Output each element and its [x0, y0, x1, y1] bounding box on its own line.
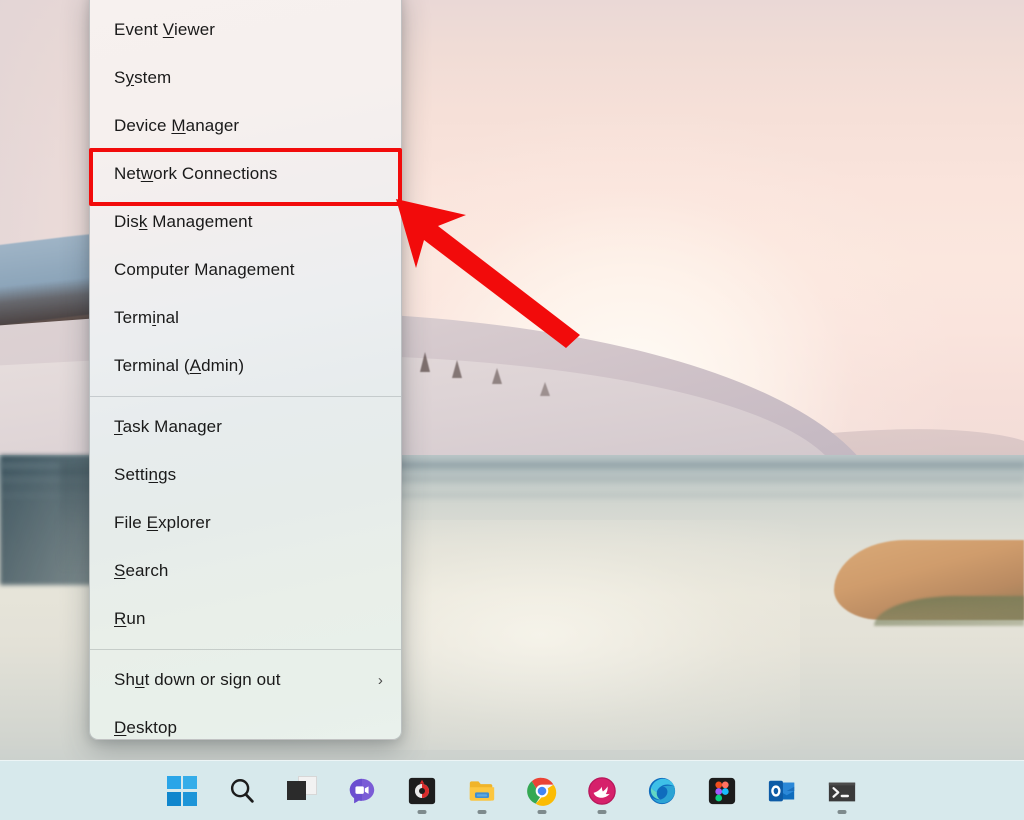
menu-item-label: Settings	[114, 465, 177, 484]
menu-item-label: System	[114, 68, 172, 87]
chevron-right-icon: ›	[377, 671, 383, 689]
menu-item-label: Computer Management	[114, 260, 295, 279]
chrome-button[interactable]	[518, 767, 566, 815]
menu-item-label: Network Connections	[114, 164, 278, 183]
running-indicator	[597, 809, 607, 814]
task-view-button[interactable]	[278, 767, 326, 815]
figma-icon	[707, 776, 737, 806]
running-indicator	[477, 809, 487, 814]
menu-item-settings[interactable]: Settings	[90, 451, 401, 499]
taskbar-icon-strip	[158, 767, 866, 815]
wallpaper-tree	[540, 382, 550, 396]
menu-item-label: Terminal (Admin)	[114, 356, 245, 375]
recorder-icon	[407, 776, 437, 806]
terminal-button[interactable]	[818, 767, 866, 815]
menu-item-disk-management[interactable]: Disk Management	[90, 198, 401, 246]
menu-item-list: Event Viewer System Device Manager Network …	[90, 6, 401, 739]
menu-item-label: Device Manager	[114, 116, 240, 135]
search-icon	[227, 776, 257, 806]
menu-item-shut-down-or-sign-out[interactable]: Shut down or sign out ›	[90, 656, 401, 704]
file-explorer-button[interactable]	[458, 767, 506, 815]
menu-item-computer-management[interactable]: Computer Management	[90, 246, 401, 294]
menu-item-network-connections[interactable]: Network Connections	[90, 150, 401, 198]
menu-item-terminal[interactable]: Terminal	[90, 294, 401, 342]
menu-item-label: File Explorer	[114, 513, 211, 532]
wallpaper-tree	[420, 352, 430, 372]
menu-item-system[interactable]: System	[90, 54, 401, 102]
pink-bird-icon	[587, 776, 617, 806]
menu-separator	[90, 396, 401, 397]
menu-item-label: Search	[114, 561, 169, 580]
power-user-context-menu[interactable]: Event Viewer System Device Manager Network …	[89, 0, 402, 740]
wallpaper-tree	[492, 368, 502, 384]
menu-item-desktop[interactable]: Desktop	[90, 704, 401, 739]
running-indicator	[837, 809, 847, 814]
folder-icon	[467, 776, 497, 806]
taskbar	[0, 760, 1024, 820]
menu-separator	[90, 649, 401, 650]
figma-button[interactable]	[698, 767, 746, 815]
chat-button[interactable]	[338, 767, 386, 815]
outlook-button[interactable]	[758, 767, 806, 815]
screen-recorder-button[interactable]	[398, 767, 446, 815]
task-view-icon	[287, 775, 317, 806]
running-indicator	[537, 809, 547, 814]
menu-item-file-explorer[interactable]: File Explorer	[90, 499, 401, 547]
menu-item-label: Desktop	[114, 718, 178, 737]
start-button[interactable]	[158, 767, 206, 815]
menu-item-search[interactable]: Search	[90, 547, 401, 595]
menu-item-run[interactable]: Run	[90, 595, 401, 643]
menu-item-task-manager[interactable]: Task Manager	[90, 403, 401, 451]
menu-item-label: Disk Management	[114, 212, 253, 231]
menu-item-device-manager[interactable]: Device Manager	[90, 102, 401, 150]
chat-video-icon	[347, 776, 377, 806]
menu-item-label: Run	[114, 609, 146, 628]
menu-item-label: Shut down or sign out	[114, 670, 281, 689]
running-indicator	[417, 809, 427, 814]
edge-icon	[647, 776, 677, 806]
edge-button[interactable]	[638, 767, 686, 815]
outlook-icon	[767, 776, 797, 806]
menu-item-event-viewer[interactable]: Event Viewer	[90, 6, 401, 54]
wallpaper-tree	[452, 360, 462, 378]
windows-logo-icon	[167, 775, 197, 806]
menu-item-label: Event Viewer	[114, 20, 216, 39]
terminal-icon	[827, 776, 857, 806]
menu-item-label: Terminal	[114, 308, 180, 327]
menu-item-terminal-admin[interactable]: Terminal (Admin)	[90, 342, 401, 390]
app-pink-button[interactable]	[578, 767, 626, 815]
chrome-icon	[527, 776, 557, 806]
search-button[interactable]	[218, 767, 266, 815]
menu-item-label: Task Manager	[114, 417, 222, 436]
